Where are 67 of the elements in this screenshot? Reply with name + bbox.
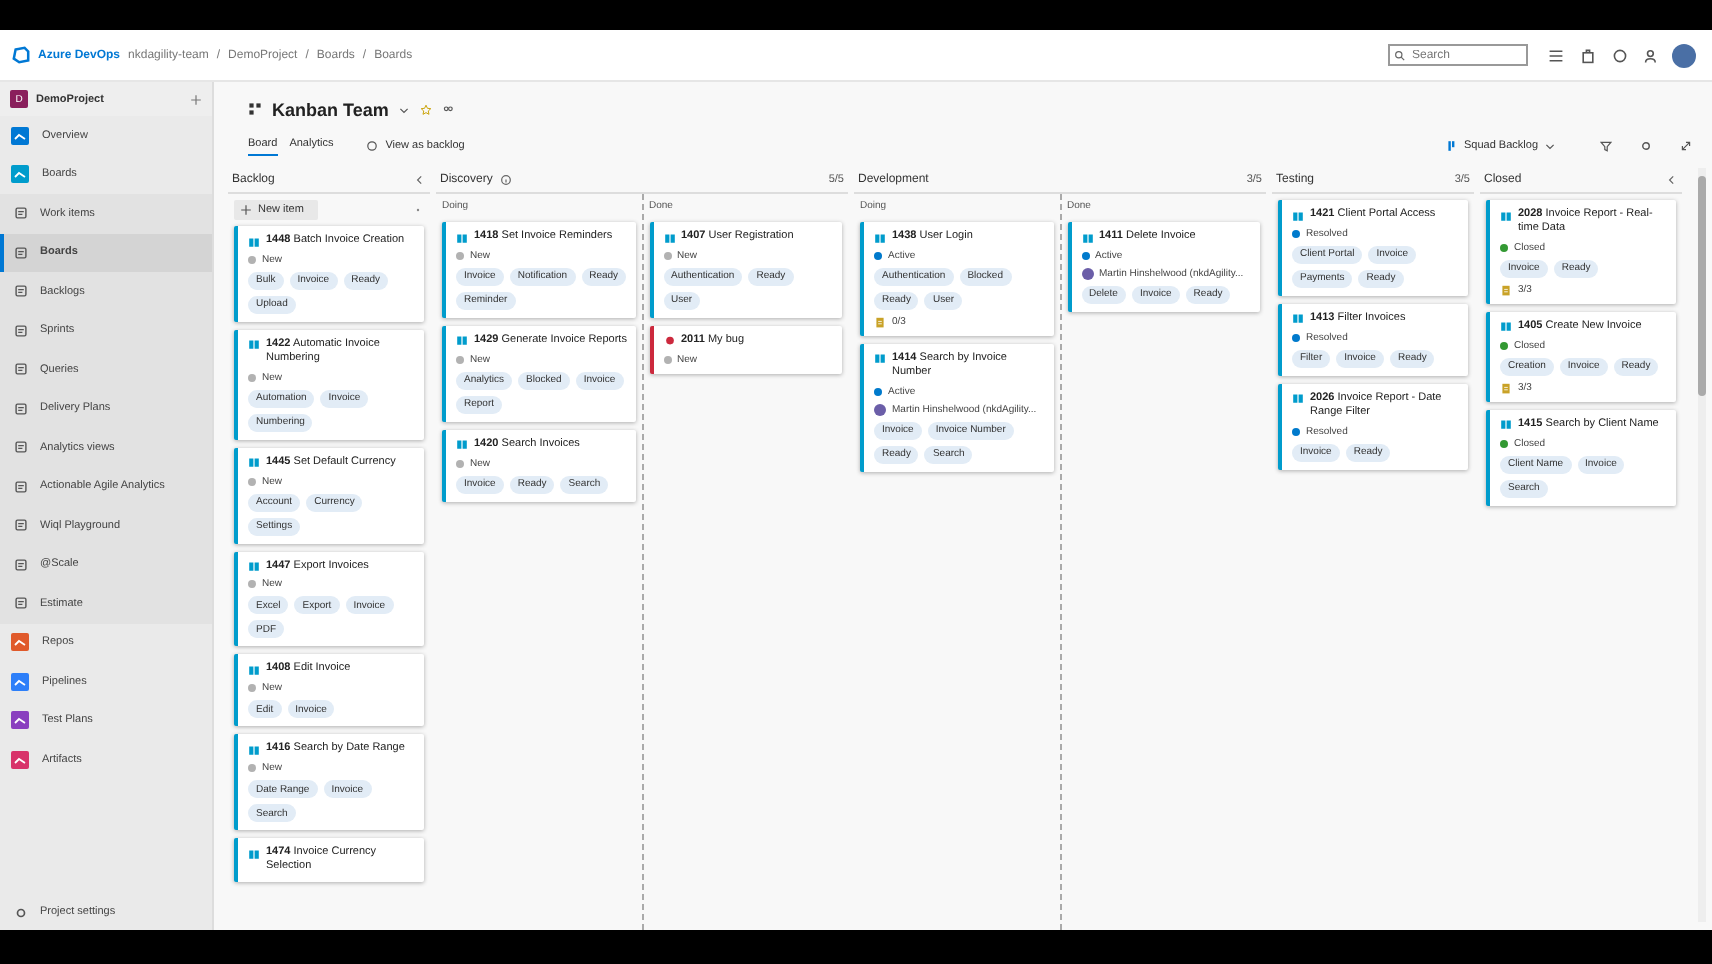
collapse-icon[interactable] [414,174,426,186]
user-settings-icon[interactable] [1644,47,1660,63]
chevron-down-icon[interactable] [398,103,411,115]
clipboard-icon [874,315,886,328]
book-icon [248,456,260,469]
gear-icon [14,905,28,919]
page-icon [14,557,28,572]
avatar [874,403,886,416]
info-icon[interactable] [500,174,513,186]
search-icon [1394,50,1406,62]
plus-icon [240,204,252,216]
book-icon [1292,312,1304,325]
avatar[interactable] [1672,43,1696,67]
logo-icon[interactable] [12,46,30,64]
plus-icon[interactable] [190,93,202,105]
book-icon [248,560,260,572]
chevron-down-icon [1544,139,1556,151]
board-icon [1446,139,1458,151]
clipboard-icon [1500,283,1512,296]
settings-icon[interactable] [1640,139,1652,151]
clipboard-icon [1500,381,1512,394]
page-icon [14,362,28,377]
people-icon[interactable] [442,103,455,115]
page-icon [14,596,28,611]
book-icon [456,231,468,243]
service-icon [10,671,30,692]
filter-icon[interactable] [1600,139,1612,151]
star-icon[interactable] [420,103,433,115]
bug-icon [663,334,675,347]
book-icon [1081,231,1093,243]
book-icon [874,352,886,365]
service-icon [10,164,30,185]
book-icon [1500,209,1512,221]
page-icon [14,284,28,299]
page-icon [14,440,28,455]
book-icon [248,235,260,247]
more-icon[interactable] [412,204,424,216]
book-icon [248,847,260,860]
service-icon [10,632,30,653]
expand-icon[interactable] [1680,139,1692,151]
book-icon [248,663,260,676]
page-icon [14,518,28,533]
book-icon [1292,209,1304,221]
collapse-icon[interactable] [1666,174,1678,186]
service-icon [10,125,30,146]
scrollbar[interactable] [1698,168,1706,922]
bag-icon[interactable] [1580,47,1596,63]
book-icon [248,338,260,351]
book-icon [456,438,468,451]
book-icon [663,231,675,243]
service-icon [10,710,30,731]
book-icon [1500,320,1512,333]
book-icon [1292,392,1304,405]
service-icon [10,749,30,770]
page-icon [14,323,28,338]
page-icon [14,206,28,221]
help-icon[interactable] [1612,47,1628,63]
board-title[interactable]: Kanban Team [272,99,389,119]
team-icon [248,102,262,116]
book-icon [874,231,886,243]
avatar [1081,267,1093,280]
page-icon [14,479,28,494]
book-icon [1500,418,1512,431]
page-icon [14,245,28,260]
book-icon [248,743,260,756]
page-icon [14,401,28,416]
book-icon [456,334,468,347]
